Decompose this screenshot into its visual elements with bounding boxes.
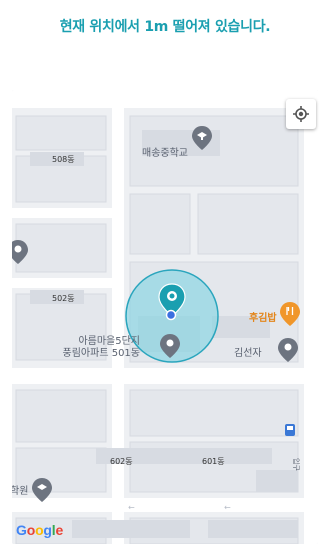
map-canvas[interactable]: ← ← 508동 502동 602동 601동 매송중학교 아름마을5단지 풍림… — [12, 90, 318, 544]
label-apt-line1: 아름마을5단지 — [78, 335, 140, 347]
bus-stop-icon[interactable] — [285, 424, 295, 436]
screen: 현재 위치에서 1m 떨어져 있습니다. ← ← 508동 502동 602동 … — [0, 0, 330, 552]
label-bus-stop: 입구 — [292, 458, 300, 471]
label-508: 508동 — [52, 155, 75, 164]
my-location-button[interactable] — [286, 99, 316, 129]
label-apt-line2: 풍림아파트 501동 — [63, 347, 140, 359]
map-view[interactable]: ← ← 508동 502동 602동 601동 매송중학교 아름마을5단지 풍림… — [12, 90, 318, 544]
label-601: 601동 — [202, 457, 225, 466]
label-academy: 학원 — [12, 485, 28, 497]
distance-message: 현재 위치에서 1m 떨어져 있습니다. — [59, 19, 271, 35]
label-person-place: 김선자 — [234, 347, 262, 359]
label-602: 602동 — [110, 457, 133, 466]
my-location-icon — [293, 106, 309, 122]
road-arrow: ← — [128, 503, 135, 512]
road-arrow: ← — [224, 503, 231, 512]
header: 현재 위치에서 1m 떨어져 있습니다. — [0, 0, 330, 90]
label-502: 502동 — [52, 294, 75, 303]
gps-dot — [165, 309, 177, 321]
label-school: 매송중학교 — [142, 147, 188, 159]
label-restaurant: 후김밥 — [249, 311, 277, 324]
google-logo: Google — [16, 522, 64, 538]
